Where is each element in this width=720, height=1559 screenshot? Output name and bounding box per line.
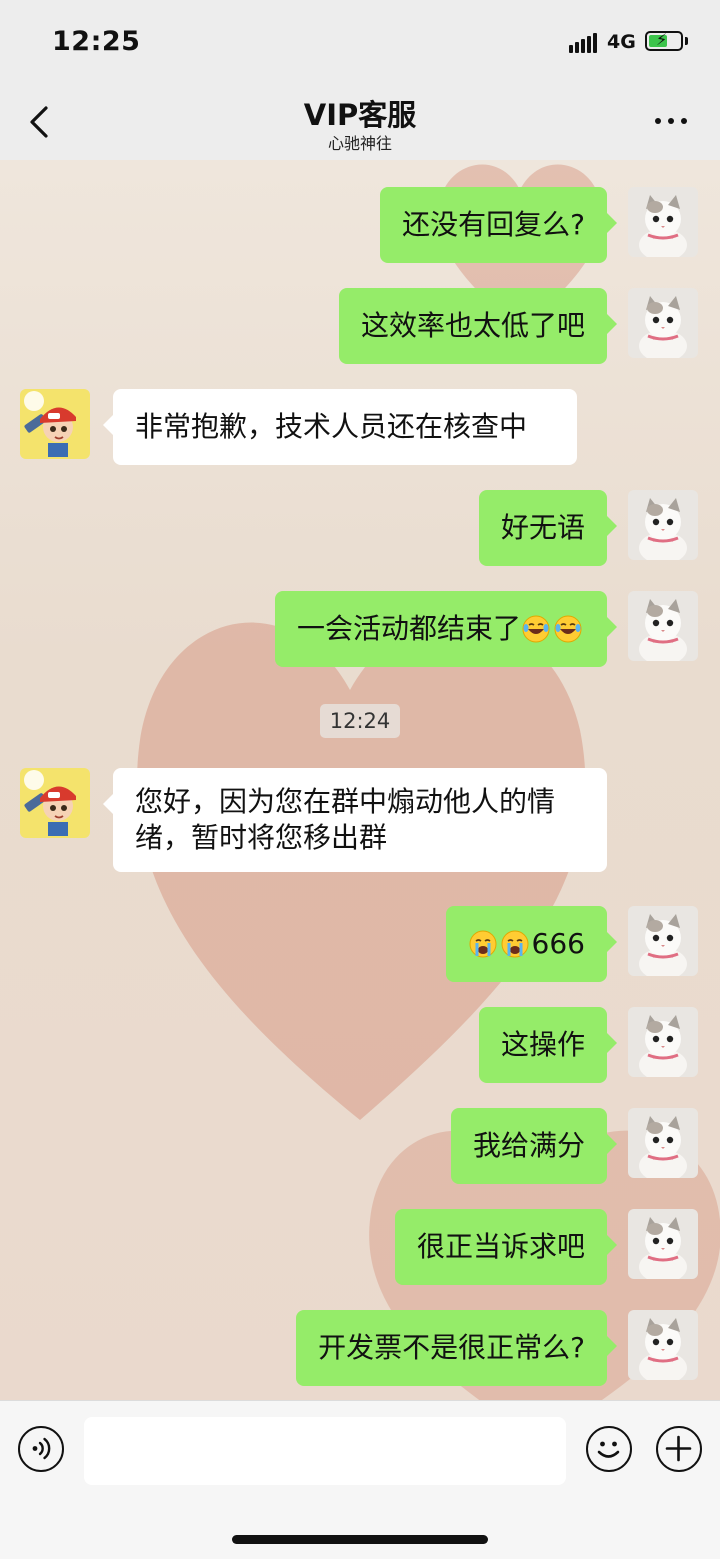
cat-avatar[interactable]	[628, 187, 698, 257]
status-time: 12:25	[52, 26, 141, 57]
network-type: 4G	[607, 31, 636, 53]
cat-avatar[interactable]	[628, 1108, 698, 1178]
agent-message-bubble[interactable]: 非常抱歉，技术人员还在核查中	[103, 389, 577, 465]
cat-avatar[interactable]	[628, 1007, 698, 1077]
cartoon-character-avatar[interactable]	[20, 389, 90, 459]
laughing-tears-emoji	[521, 614, 551, 644]
crying-emoji	[468, 929, 498, 959]
smiley-icon[interactable]	[586, 1426, 632, 1472]
signal-icon	[569, 33, 599, 53]
input-bar	[0, 1400, 720, 1559]
my-message-bubble[interactable]: 开发票不是很正常么?	[296, 1310, 617, 1386]
my-message-bubble[interactable]: 我给满分	[450, 1108, 618, 1184]
voice-icon[interactable]	[18, 1426, 64, 1472]
message-input[interactable]	[84, 1417, 566, 1485]
laughing-tears-emoji	[553, 614, 583, 644]
cat-avatar[interactable]	[628, 1209, 698, 1279]
my-message-bubble[interactable]: 一会活动都结束了	[274, 591, 618, 667]
nav-bar: VIP客服 心驰神往	[0, 84, 720, 161]
battery-tip	[685, 37, 688, 45]
cat-avatar[interactable]	[628, 906, 698, 976]
more-dots-icon[interactable]	[655, 118, 689, 126]
agent-message-bubble[interactable]: 您好，因为您在群中煽动他人的情绪，暂时将您移出群	[103, 768, 607, 872]
my-message-bubble[interactable]: 很正当诉求吧	[394, 1209, 618, 1285]
chat-area[interactable]: 还没有回复么? 这效率也太低了吧 非常抱歉，技术人员还在核查中 好无语 一会活动…	[0, 160, 720, 1400]
my-message-bubble[interactable]: 还没有回复么?	[380, 187, 617, 263]
message-timestamp: 12:24	[320, 704, 400, 738]
message-text: 一会活动都结束了	[296, 612, 521, 645]
my-message-bubble[interactable]: 这操作	[478, 1007, 618, 1083]
plus-icon[interactable]	[656, 1426, 702, 1472]
chat-subtitle: 心驰神往	[327, 134, 392, 153]
my-message-bubble[interactable]: 这效率也太低了吧	[338, 288, 618, 364]
cat-avatar[interactable]	[628, 288, 698, 358]
my-message-bubble[interactable]: 666	[445, 906, 618, 982]
cartoon-character-avatar[interactable]	[20, 768, 90, 838]
message-text: 666	[531, 927, 585, 960]
crying-emoji	[500, 929, 530, 959]
home-indicator[interactable]	[232, 1535, 488, 1544]
cat-avatar[interactable]	[628, 490, 698, 560]
cat-avatar[interactable]	[628, 1310, 698, 1380]
my-message-bubble[interactable]: 好无语	[478, 490, 618, 566]
chat-title: VIP客服	[303, 98, 417, 132]
cat-avatar[interactable]	[628, 591, 698, 661]
battery-icon: ⚡	[645, 30, 683, 51]
status-bar: 12:25 4G ⚡	[0, 0, 720, 84]
